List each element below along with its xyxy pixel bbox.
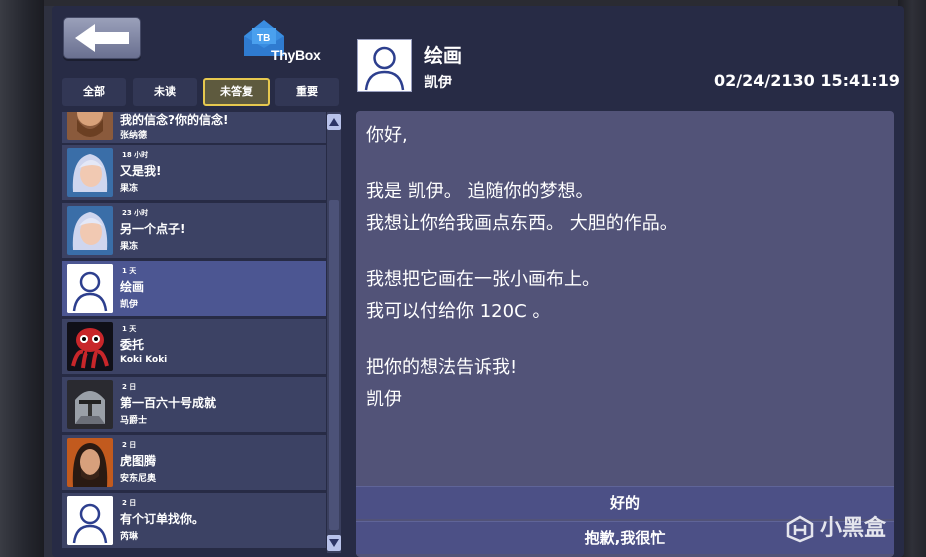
message-time: 1 天	[122, 325, 137, 333]
message-subject: 又是我!	[120, 164, 162, 178]
triangle-down-icon	[329, 539, 339, 547]
email-datetime: 02/24/2130 15:41:19	[714, 71, 900, 90]
watermark: 小黑盒	[786, 510, 887, 543]
list-item[interactable]: 2 日 第一百六十号成就 马爵士	[62, 377, 326, 432]
message-subject: 我的信念?你的信念!	[120, 113, 229, 127]
sender-avatar	[357, 39, 412, 92]
device-frame-left	[0, 0, 44, 557]
long-hair-man-avatar	[67, 438, 113, 487]
email-body-line: 我想把它画在一张小画布上。	[366, 269, 600, 290]
list-item[interactable]: 1 天 委托 Koki Koki	[62, 319, 326, 374]
knight-helmet-avatar	[67, 380, 113, 429]
message-time: 2 日	[122, 383, 137, 391]
red-octopus-avatar	[67, 322, 113, 371]
email-body-line: 我想让你给我画点东西。 大胆的作品。	[366, 213, 678, 234]
list-item[interactable]: 我的信念?你的信念! 张纳德	[62, 112, 326, 143]
message-subject: 委托	[120, 338, 145, 352]
back-button[interactable]	[63, 17, 141, 59]
message-time: 23 小时	[122, 209, 149, 217]
silver-hair-girl-avatar	[67, 148, 113, 197]
scrollbar-thumb[interactable]	[329, 200, 339, 530]
list-item-selected[interactable]: 1 天 绘画 凯伊	[62, 261, 326, 316]
triangle-up-icon	[329, 118, 339, 126]
message-sender: 芮琳	[120, 532, 139, 542]
tab-unread[interactable]: 未读	[133, 78, 197, 106]
email-subject: 绘画	[424, 45, 463, 67]
default-user-avatar	[67, 264, 113, 313]
message-subject: 虎图腾	[120, 454, 157, 468]
list-item[interactable]: 23 小时 另一个点子! 果冻	[62, 203, 326, 258]
message-list-scrollbar[interactable]	[327, 112, 341, 553]
watermark-logo-icon	[786, 515, 814, 543]
list-item[interactable]: 2 日 虎图腾 安东尼奥	[62, 435, 326, 490]
scroll-down-button[interactable]	[327, 535, 341, 551]
filter-tabs: 全部 未读 未答复 重要	[62, 78, 340, 108]
email-sender: 凯伊	[424, 75, 452, 91]
message-sender: 凯伊	[120, 300, 139, 310]
svg-text:TB: TB	[257, 33, 270, 44]
message-time: 18 小时	[122, 151, 149, 159]
watermark-text: 小黑盒	[820, 516, 887, 541]
message-subject: 绘画	[120, 280, 145, 294]
tab-all[interactable]: 全部	[62, 78, 126, 106]
back-arrow-icon	[75, 24, 129, 52]
tab-unanswered[interactable]: 未答复	[203, 78, 270, 106]
scroll-up-button[interactable]	[327, 114, 341, 130]
email-body-line: 你好,	[366, 125, 408, 146]
default-user-avatar	[67, 496, 113, 545]
default-user-icon	[358, 40, 411, 91]
message-list: 我的信念?你的信念! 张纳德 18 小时 又是我! 果冻 23 小时 另一个点子…	[62, 112, 326, 553]
list-item[interactable]: 18 小时 又是我! 果冻	[62, 145, 326, 200]
email-body-line: 我可以付给你 120C 。	[366, 301, 551, 322]
message-subject: 第一百六十号成就	[120, 396, 217, 410]
bearded-man-avatar	[67, 112, 113, 140]
message-sender: 张纳德	[120, 131, 148, 141]
message-subject: 有个订单找你。	[120, 512, 205, 526]
tab-important[interactable]: 重要	[275, 78, 339, 106]
silver-hair-girl-avatar	[67, 206, 113, 255]
app-name: ThyBox	[271, 47, 321, 63]
message-time: 2 日	[122, 441, 137, 449]
message-time: 1 天	[122, 267, 137, 275]
message-sender: 马爵士	[120, 416, 148, 426]
message-sender: 果冻	[120, 242, 139, 252]
message-sender: 果冻	[120, 184, 139, 194]
message-sender: Koki Koki	[120, 355, 168, 365]
email-body-line: 我是 凯伊。 追随你的梦想。	[366, 181, 594, 202]
message-sender: 安东尼奥	[120, 474, 157, 484]
message-subject: 另一个点子!	[120, 222, 186, 236]
email-body-line: 把你的想法告诉我!	[366, 357, 518, 378]
list-item[interactable]: 2 日 有个订单找你。 芮琳	[62, 493, 326, 548]
email-body-line: 凯伊	[366, 389, 402, 410]
message-time: 2 日	[122, 499, 137, 507]
